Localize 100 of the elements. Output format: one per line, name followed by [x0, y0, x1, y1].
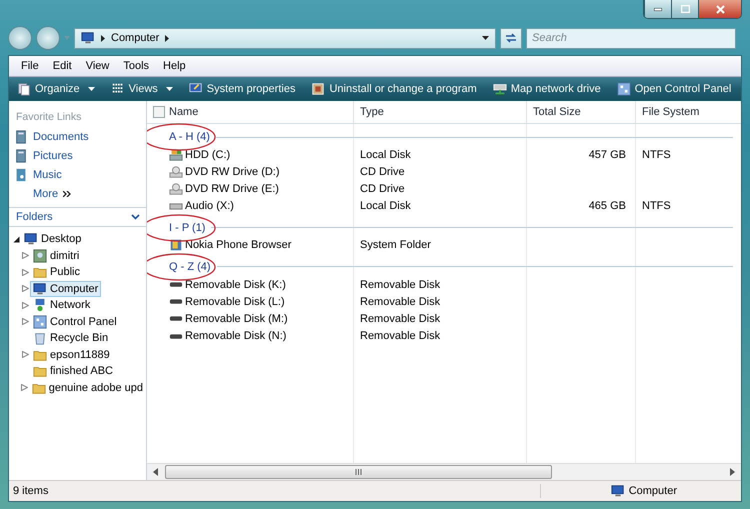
menu-item[interactable]: File	[15, 60, 45, 72]
chevrons-icon	[63, 190, 72, 196]
table-cell-text: 457 GB	[588, 148, 627, 161]
column-header[interactable]: Type	[354, 101, 527, 123]
expand-arrow-icon[interactable]	[22, 252, 28, 260]
column-header[interactable]: File System	[636, 101, 741, 123]
search-field[interactable]: Search	[526, 28, 736, 48]
removable-icon	[169, 299, 183, 304]
back-button[interactable]	[8, 26, 32, 50]
minimize-button[interactable]	[644, 0, 671, 18]
network-icon	[33, 298, 47, 312]
select-all-checkbox[interactable]	[153, 106, 165, 118]
collapse-arrow-icon[interactable]	[12, 236, 20, 243]
file-name[interactable]: Removable Disk (K:)	[147, 278, 354, 291]
table-cell-text: System Folder	[359, 239, 432, 252]
more-link[interactable]: More	[9, 184, 146, 203]
table-cell-text: Removable Disk	[359, 278, 442, 291]
breadcrumb-arrow-icon[interactable]	[165, 34, 170, 42]
toolbar-button[interactable]: Map network drive	[490, 82, 603, 96]
table-cell-text: Removable Disk	[359, 312, 442, 325]
computer-icon	[81, 31, 95, 45]
expand-arrow-icon[interactable]	[22, 318, 28, 326]
network-drive-icon	[492, 82, 507, 96]
tree-item[interactable]: Computer	[30, 280, 102, 297]
file-name[interactable]: DVD RW Drive (D:)	[147, 164, 354, 179]
documents-icon	[14, 130, 28, 144]
close-button[interactable]	[698, 0, 741, 18]
control-panel-icon	[33, 314, 47, 329]
pane-title: Folders	[16, 211, 53, 223]
expand-arrow-icon[interactable]	[22, 268, 28, 276]
tree-item[interactable]: epson11889	[30, 346, 113, 363]
column-header[interactable]: Total Size	[527, 101, 636, 123]
menu-item[interactable]: Tools	[117, 60, 156, 72]
column-header[interactable]: Name	[147, 101, 354, 123]
file-name[interactable]: Removable Disk (N:)	[147, 330, 354, 342]
tree-item[interactable]: Network	[30, 297, 94, 314]
toolbar-button[interactable]: Views	[108, 82, 175, 96]
file-name[interactable]: DVD RW Drive (E:)	[147, 182, 354, 196]
tree-item[interactable]: finished ABC	[30, 363, 116, 380]
favorite-link[interactable]: Music	[9, 165, 146, 184]
dvd-icon	[169, 182, 183, 196]
favorite-link[interactable]: Documents	[9, 127, 146, 146]
computer-icon	[610, 484, 625, 498]
toolbar-button[interactable]: Uninstall or change a program	[309, 82, 479, 96]
organize-icon	[17, 82, 31, 96]
file-name[interactable]: HDD (C:)	[147, 148, 354, 162]
close-icon	[716, 4, 724, 14]
removable-icon	[169, 282, 183, 288]
scroll-right-icon[interactable]	[727, 468, 737, 476]
expand-arrow-icon[interactable]	[22, 351, 28, 358]
expand-arrow-icon[interactable]	[22, 285, 28, 292]
folder-icon	[33, 265, 47, 280]
toolbar-button[interactable]: System properties	[186, 82, 298, 96]
horizontal-scrollbar[interactable]	[147, 463, 741, 480]
file-name[interactable]: Audio (X:)	[147, 200, 354, 212]
computer-icon	[33, 282, 47, 296]
music-icon	[14, 168, 28, 182]
tree-item[interactable]: Recycle Bin	[30, 330, 112, 346]
file-name[interactable]: Removable Disk (L:)	[147, 296, 354, 308]
scroll-left-icon[interactable]	[151, 468, 161, 476]
collapse-chevron-icon[interactable]	[131, 214, 140, 220]
dvd-icon	[169, 164, 183, 179]
table-cell-text: Removable Disk	[359, 296, 442, 308]
expand-arrow-icon[interactable]	[22, 302, 28, 309]
file-name[interactable]: Removable Disk (M:)	[147, 312, 354, 325]
control-panel-icon	[616, 82, 631, 96]
maximize-button[interactable]	[671, 0, 698, 18]
refresh-button[interactable]	[500, 28, 522, 48]
favorite-link[interactable]: Pictures	[9, 146, 146, 165]
tree-item[interactable]: Control Panel	[30, 314, 120, 330]
menu-item[interactable]: View	[80, 60, 116, 72]
dropdown-caret-icon[interactable]	[482, 36, 489, 40]
table-cell-text: CD Drive	[359, 166, 406, 178]
table-cell-text: NTFS	[641, 200, 672, 212]
scroll-thumb[interactable]	[165, 465, 552, 479]
breadcrumb-arrow-icon[interactable]	[101, 34, 105, 42]
tree-item[interactable]: dimitri	[30, 248, 82, 264]
hdd-icon	[169, 148, 183, 162]
pictures-icon	[14, 148, 28, 162]
tree-item[interactable]: Public	[30, 264, 83, 280]
forward-button[interactable]	[36, 26, 60, 50]
menu-item[interactable]: Help	[157, 60, 192, 72]
expand-arrow-icon[interactable]	[20, 384, 28, 392]
refresh-icon	[505, 33, 517, 43]
breadcrumb[interactable]: Computer	[111, 32, 160, 44]
tree-item[interactable]: Desktop	[21, 231, 84, 248]
uninstall-icon	[311, 82, 326, 96]
table-cell-text: Local Disk	[359, 200, 412, 212]
address-bar[interactable]: Computer	[74, 28, 496, 48]
menu-item[interactable]: Edit	[46, 60, 78, 72]
removable-icon	[169, 316, 183, 322]
table-cell-text: NTFS	[641, 148, 672, 161]
toolbar-button[interactable]: Organize	[15, 82, 97, 96]
toolbar-button[interactable]: Open Control Panel	[614, 82, 734, 96]
recycle-icon	[33, 331, 47, 346]
tree-item[interactable]: genuine adobe upd	[28, 380, 146, 396]
removable-icon	[169, 334, 183, 339]
desktop-icon	[24, 232, 38, 246]
table-cell-text: Local Disk	[359, 148, 412, 161]
file-name[interactable]: Nokia Phone Browser	[147, 238, 354, 252]
